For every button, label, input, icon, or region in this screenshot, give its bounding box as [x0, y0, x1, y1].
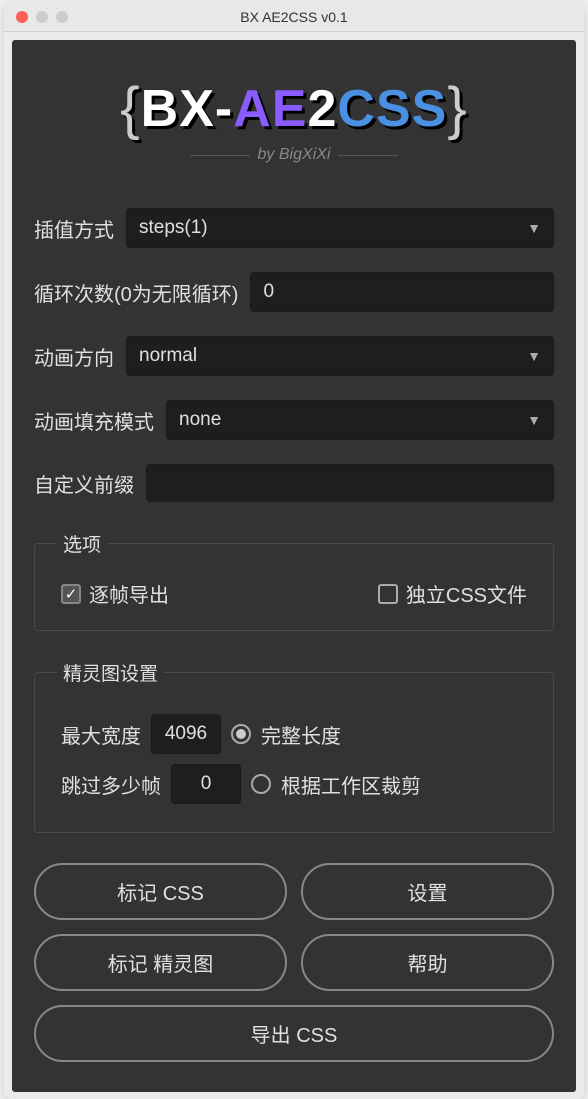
- sprite-legend: 精灵图设置: [57, 659, 164, 686]
- custom-prefix-label: 自定义前缀: [34, 469, 134, 498]
- interpolation-row: 插值方式 steps(1) ▼: [34, 208, 554, 248]
- byline: by BigXiXi: [34, 146, 554, 164]
- logo-text: { BX - AE 2 CSS }: [120, 75, 467, 142]
- window-title: BX AE2CSS v0.1: [14, 9, 574, 25]
- help-button[interactable]: 帮助: [301, 934, 554, 991]
- app-window: BX AE2CSS v0.1 { BX - AE 2 CSS } by BigX…: [4, 2, 584, 1099]
- direction-select[interactable]: normal ▼: [126, 336, 554, 376]
- maximize-button[interactable]: [56, 11, 68, 23]
- close-button[interactable]: [16, 11, 28, 23]
- interpolation-label: 插值方式: [34, 214, 114, 243]
- brace-right-icon: }: [447, 75, 467, 142]
- loop-count-value: 0: [263, 281, 274, 302]
- button-grid: 标记 CSS 设置 标记 精灵图 帮助 导出 CSS: [34, 863, 554, 1062]
- window-controls: [16, 11, 68, 23]
- max-width-label: 最大宽度: [61, 720, 141, 749]
- skip-frames-value: 0: [201, 773, 212, 794]
- fill-mode-value: none: [179, 409, 221, 431]
- direction-label: 动画方向: [34, 342, 114, 371]
- export-per-frame-item[interactable]: ✓ 逐帧导出: [61, 579, 169, 608]
- separate-css-file-checkbox[interactable]: [378, 584, 398, 604]
- skip-frames-label: 跳过多少帧: [61, 770, 161, 799]
- logo-two: 2: [307, 79, 337, 139]
- loop-count-input[interactable]: 0: [250, 272, 554, 312]
- interpolation-value: steps(1): [139, 217, 208, 239]
- export-css-button[interactable]: 导出 CSS: [34, 1005, 554, 1062]
- settings-button[interactable]: 设置: [301, 863, 554, 920]
- custom-prefix-row: 自定义前缀: [34, 464, 554, 502]
- max-width-input[interactable]: 4096: [151, 714, 221, 754]
- brace-left-icon: {: [120, 75, 140, 142]
- divider-right: [338, 155, 398, 156]
- skip-frames-input[interactable]: 0: [171, 764, 241, 804]
- separate-css-file-item[interactable]: 独立CSS文件: [378, 579, 527, 608]
- crop-workarea-radio[interactable]: [251, 774, 271, 794]
- direction-row: 动画方向 normal ▼: [34, 336, 554, 376]
- main-panel: { BX - AE 2 CSS } by BigXiXi 插值方式 steps(…: [12, 40, 576, 1092]
- options-row: ✓ 逐帧导出 独立CSS文件: [51, 575, 537, 612]
- loop-count-label: 循环次数(0为无限循环): [34, 278, 238, 307]
- logo-dash: -: [215, 79, 233, 139]
- logo-bx: BX: [141, 79, 215, 139]
- chevron-down-icon: ▼: [527, 412, 541, 428]
- export-per-frame-checkbox[interactable]: ✓: [61, 584, 81, 604]
- fill-mode-label: 动画填充模式: [34, 406, 154, 435]
- byline-text: by BigXiXi: [258, 146, 331, 164]
- export-per-frame-label: 逐帧导出: [89, 579, 169, 608]
- options-legend: 选项: [57, 530, 107, 557]
- direction-value: normal: [139, 345, 197, 367]
- full-length-label: 完整长度: [261, 720, 341, 749]
- loop-count-row: 循环次数(0为无限循环) 0: [34, 272, 554, 312]
- chevron-down-icon: ▼: [527, 348, 541, 364]
- full-length-radio[interactable]: [231, 724, 251, 744]
- options-fieldset: 选项 ✓ 逐帧导出 独立CSS文件: [34, 530, 554, 631]
- mark-sprite-button[interactable]: 标记 精灵图: [34, 934, 287, 991]
- separate-css-file-label: 独立CSS文件: [406, 579, 527, 608]
- divider-left: [190, 155, 250, 156]
- max-width-row: 最大宽度 4096 完整长度: [61, 714, 527, 754]
- max-width-value: 4096: [165, 723, 207, 744]
- titlebar[interactable]: BX AE2CSS v0.1: [4, 2, 584, 32]
- logo-css: CSS: [337, 79, 447, 139]
- custom-prefix-input[interactable]: [146, 464, 554, 502]
- fill-mode-select[interactable]: none ▼: [166, 400, 554, 440]
- skip-frames-row: 跳过多少帧 0 根据工作区裁剪: [61, 764, 527, 804]
- chevron-down-icon: ▼: [527, 220, 541, 236]
- fill-mode-row: 动画填充模式 none ▼: [34, 400, 554, 440]
- sprite-fieldset: 精灵图设置 最大宽度 4096 完整长度 跳过多少帧 0 根据工作区裁剪: [34, 659, 554, 833]
- minimize-button[interactable]: [36, 11, 48, 23]
- logo-ae: AE: [233, 79, 307, 139]
- logo: { BX - AE 2 CSS } by BigXiXi: [34, 60, 554, 184]
- crop-workarea-label: 根据工作区裁剪: [281, 770, 421, 799]
- mark-css-button[interactable]: 标记 CSS: [34, 863, 287, 920]
- interpolation-select[interactable]: steps(1) ▼: [126, 208, 554, 248]
